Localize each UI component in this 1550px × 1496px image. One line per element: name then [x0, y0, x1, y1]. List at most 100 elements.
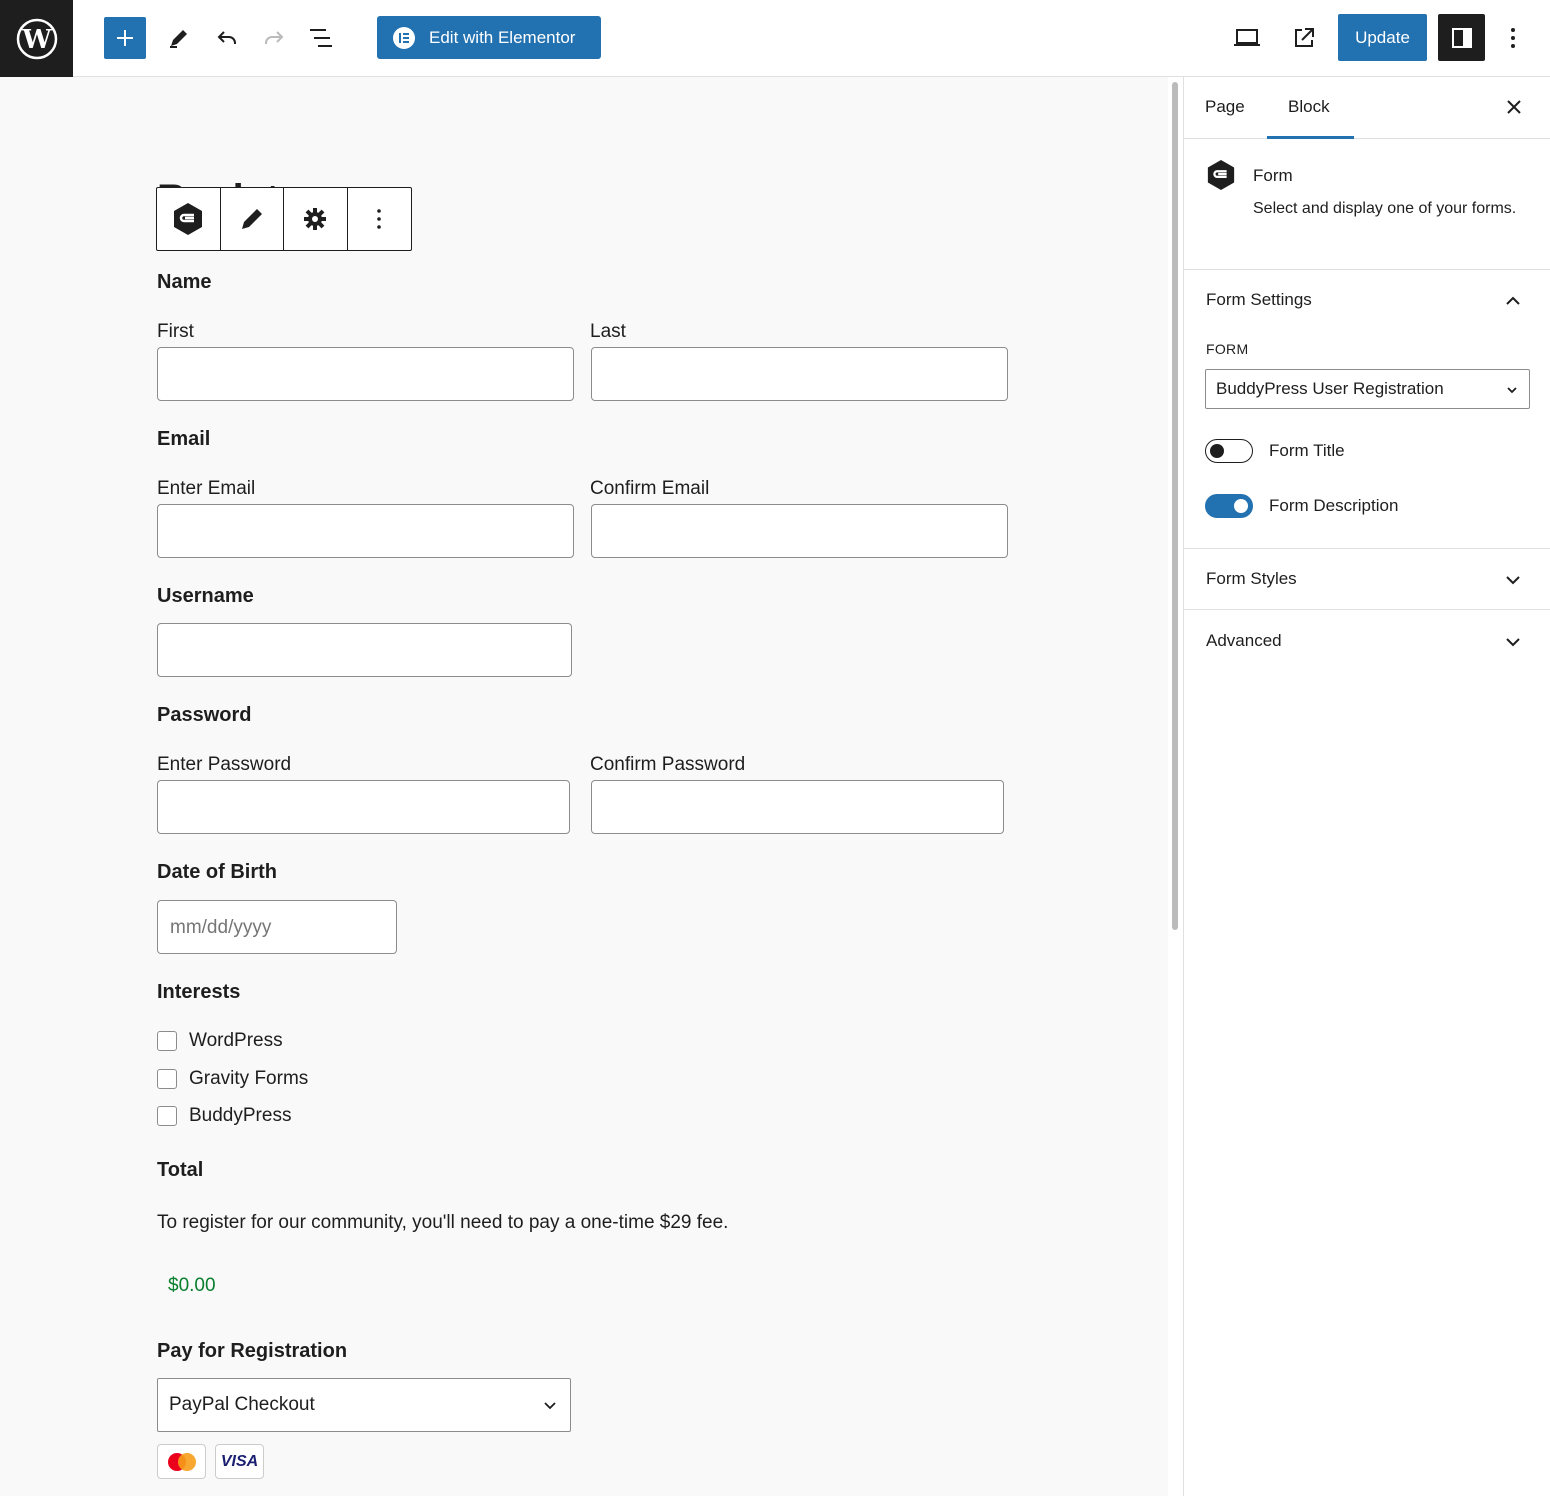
interest-checkbox[interactable] — [157, 1069, 177, 1089]
interest-option[interactable]: BuddyPress — [157, 1105, 291, 1127]
interest-option[interactable]: WordPress — [157, 1030, 283, 1052]
total-section-label: Total — [157, 1159, 204, 1181]
email-input[interactable] — [157, 504, 574, 558]
interest-checkbox[interactable] — [157, 1031, 177, 1051]
email-section-label: Email — [157, 428, 211, 450]
last-name-label: Last — [590, 321, 626, 342]
name-section-label: Name — [157, 271, 212, 293]
pencil-icon — [170, 30, 187, 48]
interest-option-label: Gravity Forms — [189, 1068, 309, 1089]
total-amount: $0.00 — [168, 1275, 216, 1296]
block-card: Form Select and display one of your form… — [1184, 139, 1550, 270]
visa-label: VISA — [220, 1452, 259, 1470]
chevron-down-icon — [544, 1402, 556, 1410]
sidebar-tabs: Page Block — [1184, 77, 1550, 139]
tab-page[interactable]: Page — [1205, 97, 1245, 117]
payment-method-value: PayPal Checkout — [169, 1394, 315, 1415]
chevron-down-icon — [1506, 638, 1520, 647]
username-input[interactable] — [157, 623, 572, 677]
update-button[interactable]: Update — [1338, 14, 1427, 61]
last-name-input[interactable] — [591, 347, 1008, 401]
block-toolbar — [156, 187, 412, 251]
editor-canvas: Register Name First Last Email Enter Ema… — [0, 77, 1168, 1496]
mastercard-logo — [157, 1444, 206, 1479]
confirm-password-input[interactable] — [591, 780, 1004, 834]
form-styles-panel-toggle[interactable]: Form Styles — [1184, 549, 1550, 610]
form-settings-panel-toggle[interactable]: Form Settings — [1184, 270, 1550, 331]
edit-with-elementor-button[interactable]: Edit with Elementor — [377, 16, 601, 59]
first-name-input[interactable] — [157, 347, 574, 401]
close-sidebar-button[interactable] — [1502, 95, 1526, 119]
edit-form-button[interactable] — [221, 188, 284, 250]
total-description: To register for our community, you'll ne… — [157, 1212, 729, 1233]
block-card-title: Form — [1253, 166, 1293, 185]
form-title-toggle-label: Form Title — [1269, 441, 1345, 460]
interest-option[interactable]: Gravity Forms — [157, 1068, 308, 1090]
gravity-forms-icon — [174, 203, 203, 235]
form-description-toggle-label: Form Description — [1269, 496, 1399, 515]
form-description-toggle[interactable] — [1205, 494, 1253, 518]
gravity-forms-icon — [1207, 160, 1235, 190]
external-link-icon — [1295, 28, 1314, 47]
add-block-button[interactable] — [104, 17, 146, 59]
editor-header: W Edit with Elementor Update — [0, 0, 1550, 77]
chevron-down-icon — [1507, 387, 1517, 394]
options-menu-button[interactable] — [1500, 17, 1526, 59]
visa-logo: VISA — [215, 1444, 264, 1479]
interest-checkbox[interactable] — [157, 1106, 177, 1126]
password-input[interactable] — [157, 780, 570, 834]
dob-input[interactable]: mm/dd/yyyy — [157, 900, 397, 954]
first-name-label: First — [157, 321, 194, 342]
list-view-icon — [310, 29, 332, 47]
advanced-panel-toggle[interactable]: Advanced — [1184, 611, 1550, 672]
form-settings-label: Form Settings — [1206, 290, 1312, 309]
settings-sidebar: Page Block Form Select and display one o… — [1183, 77, 1550, 1496]
form-description-toggle-row[interactable]: Form Description — [1205, 494, 1398, 518]
enter-password-label: Enter Password — [157, 754, 292, 775]
interest-option-label: WordPress — [189, 1030, 283, 1051]
pencil-icon — [241, 209, 262, 229]
redo-icon — [265, 31, 284, 44]
more-vertical-icon — [1511, 28, 1515, 48]
undo-icon — [217, 31, 236, 44]
payment-section-label: Pay for Registration — [157, 1340, 348, 1362]
svg-text:W: W — [21, 25, 52, 55]
tools-button[interactable] — [158, 17, 200, 59]
interests-section-label: Interests — [157, 981, 241, 1003]
form-settings-button[interactable] — [284, 188, 348, 250]
form-title-toggle-row[interactable]: Form Title — [1205, 439, 1345, 463]
wordpress-logo-button[interactable]: W — [0, 0, 73, 77]
view-page-button[interactable] — [1283, 17, 1325, 59]
wordpress-icon: W — [16, 18, 57, 59]
form-select[interactable]: BuddyPress User Registration — [1205, 369, 1530, 409]
plus-icon — [117, 30, 133, 46]
form-styles-label: Form Styles — [1206, 569, 1297, 588]
block-options-button[interactable] — [348, 188, 412, 250]
confirm-email-input[interactable] — [591, 504, 1008, 558]
enter-email-label: Enter Email — [157, 478, 256, 499]
username-section-label: Username — [157, 585, 254, 607]
undo-button[interactable] — [206, 17, 248, 59]
document-overview-button[interactable] — [300, 17, 342, 59]
redo-button[interactable] — [253, 17, 295, 59]
elementor-button-label: Edit with Elementor — [429, 27, 576, 47]
canvas-scrollbar[interactable] — [1168, 77, 1182, 1496]
payment-method-select[interactable]: PayPal Checkout — [157, 1378, 571, 1432]
confirm-password-label: Confirm Password — [590, 754, 746, 775]
confirm-email-label: Confirm Email — [590, 478, 710, 499]
dob-section-label: Date of Birth — [157, 861, 277, 883]
block-type-button[interactable] — [157, 188, 221, 250]
mastercard-icon — [167, 1452, 196, 1471]
settings-sidebar-toggle[interactable] — [1438, 14, 1485, 61]
form-title-toggle[interactable] — [1205, 439, 1253, 463]
laptop-icon — [1234, 29, 1260, 46]
close-icon — [1507, 100, 1521, 114]
preview-device-button[interactable] — [1226, 17, 1268, 59]
gear-icon — [304, 208, 327, 230]
advanced-label: Advanced — [1206, 631, 1282, 650]
scrollbar-thumb[interactable] — [1172, 82, 1178, 930]
tab-block[interactable]: Block — [1288, 97, 1330, 117]
form-select-value: BuddyPress User Registration — [1216, 379, 1444, 398]
chevron-up-icon — [1506, 296, 1520, 305]
more-vertical-icon — [377, 209, 382, 229]
